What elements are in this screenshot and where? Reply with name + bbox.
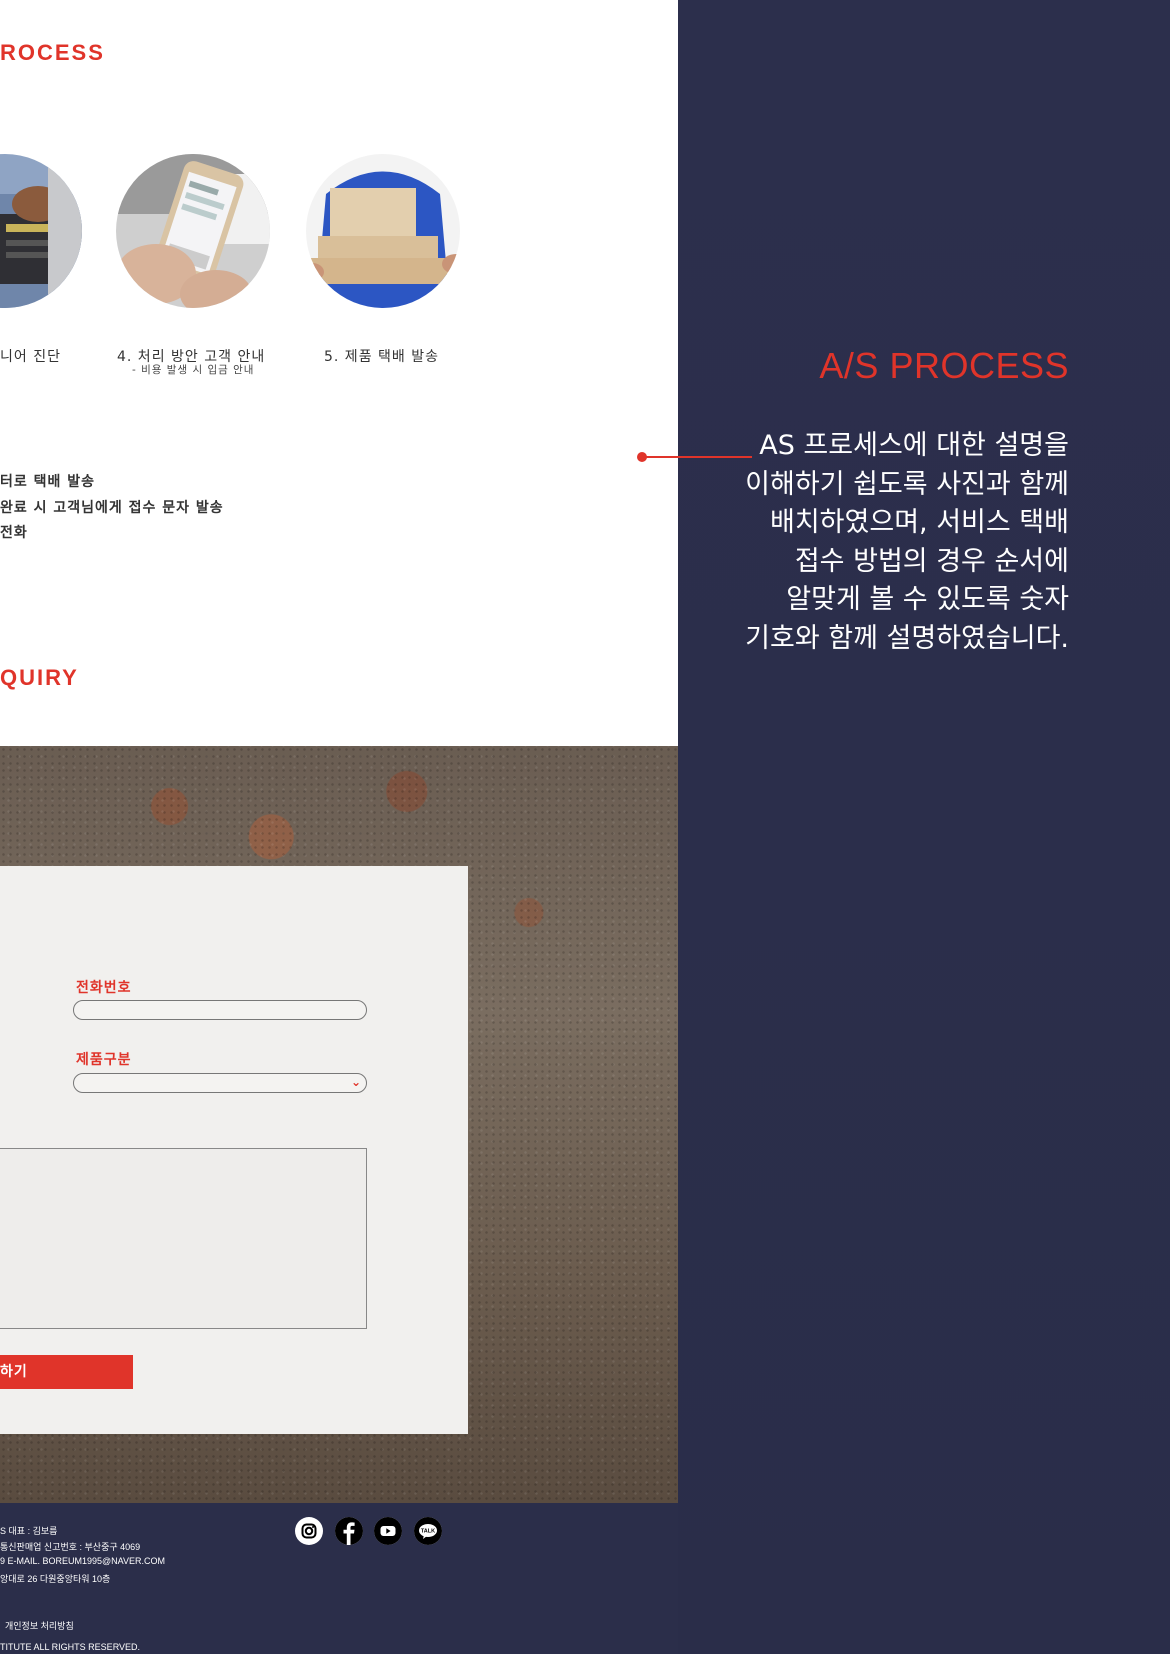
privacy-policy-link[interactable]: 개인정보 처리방침 bbox=[5, 1619, 74, 1632]
phone-input[interactable] bbox=[73, 1000, 367, 1020]
step-5-caption: 5. 제품 택배 발송 bbox=[324, 349, 439, 365]
inquiry-section-title: QUIRY bbox=[0, 665, 79, 690]
footer-contact-line: 9 E-MAIL. BOREUM1995@NAVER.COM bbox=[0, 1556, 166, 1566]
connector-dot bbox=[637, 452, 647, 462]
webpage-preview: ROCESS 니어 진단 4. 처리 방안 고객 안내 - 비용 발생 시 입금… bbox=[0, 0, 678, 1654]
process-note: 완료 시 고객님에게 접수 문자 발송 bbox=[0, 500, 224, 516]
message-textarea[interactable] bbox=[0, 1148, 367, 1329]
product-type-select[interactable]: ⌄ bbox=[73, 1073, 367, 1093]
product-type-label: 제품구분 bbox=[76, 1052, 132, 1068]
facebook-icon[interactable] bbox=[335, 1517, 363, 1545]
instagram-icon[interactable] bbox=[295, 1517, 323, 1545]
connector-line bbox=[642, 456, 752, 458]
phone-label: 전화번호 bbox=[76, 980, 132, 996]
process-note: 터로 택배 발송 bbox=[0, 474, 96, 490]
step-3-caption: 니어 진단 bbox=[0, 349, 61, 365]
step-4-subcaption: - 비용 발생 시 입금 안내 bbox=[132, 364, 255, 376]
step-3-photo bbox=[0, 154, 82, 308]
copyright-text: TITUTE ALL RIGHTS RESERVED. bbox=[0, 1642, 141, 1652]
footer-license-line: 통신판매업 신고번호 : 부산중구 4069 bbox=[0, 1542, 141, 1552]
submit-button[interactable]: 하기 bbox=[0, 1355, 133, 1389]
process-section-title: ROCESS bbox=[0, 40, 105, 65]
footer-address-line: 앙대로 26 다원중앙타워 10층 bbox=[0, 1574, 111, 1584]
step-4-photo bbox=[116, 154, 270, 308]
youtube-icon[interactable] bbox=[374, 1517, 402, 1545]
talk-label: TALK bbox=[421, 1529, 435, 1535]
footer-company-line: S 대표 : 김보름 bbox=[0, 1526, 58, 1536]
panel-description: AS 프로세스에 대한 설명을 이해하기 쉽도록 사진과 함께 배치하였으며, … bbox=[745, 430, 1069, 654]
step-5-photo bbox=[306, 154, 460, 308]
description-panel bbox=[678, 0, 1170, 1654]
panel-title: A/S PROCESS bbox=[819, 345, 1069, 386]
process-note: 전화 bbox=[0, 525, 28, 541]
chevron-down-icon: ⌄ bbox=[350, 1075, 361, 1089]
kakaotalk-icon[interactable]: TALK bbox=[414, 1517, 442, 1545]
